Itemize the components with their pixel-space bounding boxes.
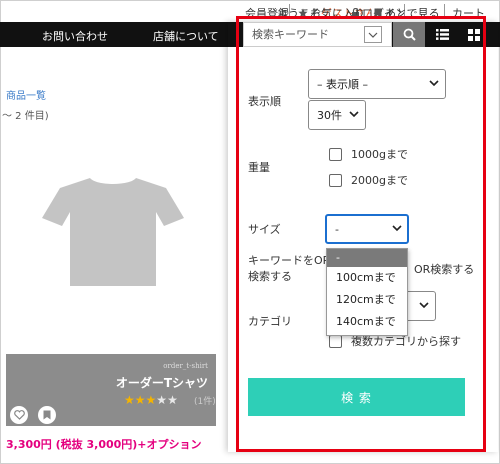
chevron-down-icon bbox=[368, 32, 378, 38]
size-option[interactable]: 100cmまで bbox=[327, 267, 407, 289]
search-bar bbox=[228, 22, 498, 47]
keyword-or-option[interactable]: OR検索する bbox=[414, 261, 474, 277]
tshirt-image bbox=[42, 178, 184, 286]
sort-label: 表示順 bbox=[248, 95, 281, 108]
product-name[interactable]: オーダーTシャツ bbox=[116, 374, 208, 391]
heart-icon bbox=[13, 410, 25, 420]
checkbox[interactable] bbox=[329, 334, 342, 348]
later-link[interactable]: あとで見る bbox=[374, 5, 440, 21]
checkbox[interactable] bbox=[329, 147, 342, 161]
chevron-down-icon bbox=[419, 302, 429, 309]
register-link[interactable]: 会員登録 bbox=[245, 5, 289, 21]
nav-contact[interactable]: お問い合わせ bbox=[42, 28, 108, 44]
product-card[interactable]: order_t-shirt オーダーTシャツ ★★★★★ (1件) bbox=[6, 354, 216, 426]
per-page-value: 30件 bbox=[317, 109, 342, 122]
bookmark-icon bbox=[43, 410, 51, 420]
keyword-or-label-line2: 検索する bbox=[248, 270, 292, 283]
search-button[interactable] bbox=[393, 22, 425, 47]
weight-label: 重量 bbox=[248, 161, 270, 174]
keyword-or-label: キーワードをOR bbox=[248, 254, 331, 267]
size-label: サイズ bbox=[248, 223, 281, 236]
per-page-select[interactable]: 30件 bbox=[308, 100, 366, 130]
size-option[interactable]: - bbox=[327, 249, 407, 267]
rating-stars: ★★★★★ bbox=[124, 393, 178, 407]
search-icon bbox=[403, 28, 416, 41]
size-option[interactable]: 120cmまで bbox=[327, 289, 407, 311]
save-later-button[interactable] bbox=[38, 406, 56, 424]
weight-option-1000[interactable]: 1000gまで bbox=[329, 146, 408, 162]
divider bbox=[289, 4, 290, 16]
size-select-value: - bbox=[335, 222, 339, 236]
chevron-down-icon bbox=[349, 111, 359, 118]
size-option[interactable]: 140cmまで bbox=[327, 311, 407, 333]
search-submit-button[interactable]: 検 索 bbox=[248, 378, 465, 416]
grid-view-button[interactable] bbox=[459, 22, 489, 47]
category-label: カテゴリ bbox=[248, 315, 292, 328]
star-icon bbox=[298, 8, 308, 18]
star-icon: ★ bbox=[167, 393, 178, 407]
chevron-down-icon bbox=[392, 225, 402, 232]
cart-link[interactable]: カート bbox=[452, 5, 485, 21]
list-icon bbox=[435, 29, 449, 40]
grid-icon bbox=[468, 28, 480, 41]
star-icon: ★ bbox=[134, 393, 146, 407]
checkbox[interactable] bbox=[329, 173, 342, 187]
keyword-dropdown-button[interactable] bbox=[364, 26, 382, 43]
breadcrumb[interactable]: 商品一覧 bbox=[6, 87, 46, 102]
product-price: 3,300円 (税抜 3,000円)+オプション bbox=[6, 438, 202, 451]
sort-select-value: – 表示順 – bbox=[317, 78, 368, 91]
weight-option-2000[interactable]: 2000gまで bbox=[329, 172, 408, 188]
product-tag: order_t-shirt bbox=[163, 362, 208, 370]
size-dropdown-menu: - 100cmまで 120cmまで 140cmまで bbox=[326, 248, 408, 336]
star-icon: ★ bbox=[145, 393, 157, 407]
favorite-button[interactable] bbox=[10, 406, 28, 424]
review-count: (1件) bbox=[194, 397, 216, 407]
divider bbox=[444, 4, 445, 16]
list-view-button[interactable] bbox=[427, 22, 457, 47]
star-icon: ★ bbox=[156, 393, 168, 407]
chevron-down-icon bbox=[429, 80, 439, 87]
nav-about[interactable]: 店舗について bbox=[153, 28, 219, 44]
bookmark-icon bbox=[374, 8, 382, 18]
favorites-link[interactable]: お気に入り bbox=[298, 5, 365, 21]
search-panel: 表示順 – 表示順 – 30件 重量 1000gまで 2000gまで サイズ -… bbox=[228, 22, 498, 452]
size-select[interactable]: - bbox=[325, 214, 409, 244]
star-icon: ★ bbox=[124, 393, 135, 407]
sort-select[interactable]: – 表示順 – bbox=[308, 69, 446, 99]
result-count: 〜 2 件目) bbox=[2, 111, 49, 122]
